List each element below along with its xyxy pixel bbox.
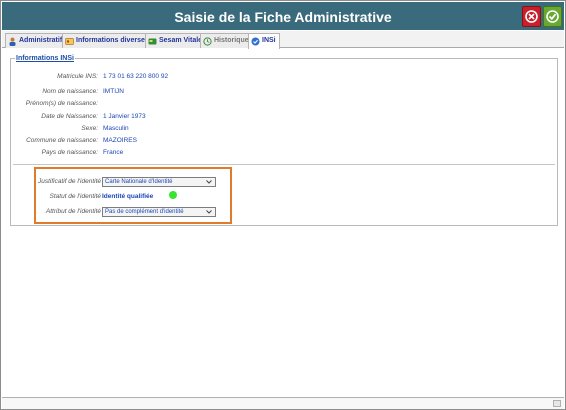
field-label: Nom de naissance: (42, 88, 98, 95)
attribut-select[interactable]: Pas de complément d'identité (102, 207, 216, 217)
chevron-down-icon (206, 180, 212, 184)
title-bar: Saisie de la Fiche Administrative (2, 2, 564, 30)
field-label: Commune de naissance: (26, 137, 98, 144)
status-bar (2, 397, 564, 409)
field-value: MAZOIRES (103, 137, 137, 144)
field-label: Pays de naissance: (41, 149, 98, 156)
statut-label: Statut de l'identité (49, 193, 101, 200)
chevron-down-icon (206, 210, 212, 214)
close-button[interactable] (522, 6, 541, 27)
tab-insi[interactable]: INSi (248, 33, 280, 49)
tab-label: Sesam Vitale (159, 37, 203, 44)
tab-historique[interactable]: Historique (200, 33, 253, 48)
section-divider (13, 164, 555, 165)
window-title: Saisie de la Fiche Administrative (174, 9, 392, 25)
tab-label: Informations diverses (76, 37, 149, 44)
attribut-label: Attribut de l'identité (45, 208, 101, 215)
id-card-icon (65, 38, 74, 45)
justificatif-value: Carte Nationale d'Identité (105, 179, 173, 185)
field-label: Sexe: (81, 125, 98, 132)
panel-legend: Informations INSi (15, 55, 75, 62)
attribut-value: Pas de complément d'identité (105, 209, 184, 215)
validate-button[interactable] (543, 6, 562, 27)
field-value: 1 Janvier 1973 (103, 113, 146, 120)
status-indicator-dot (169, 191, 177, 199)
tab-bar: Administratif Informations diverses Sesa… (2, 31, 564, 49)
check-circle-icon (546, 10, 559, 23)
tab-label: Administratif (19, 37, 63, 44)
resize-handle[interactable] (553, 400, 561, 407)
justificatif-label: Justificatif de l'identité (37, 178, 101, 185)
field-label: Matricule INS: (57, 73, 98, 80)
tab-informations-diverses[interactable]: Informations diverses (62, 33, 153, 48)
field-value: Masculin (103, 125, 129, 132)
field-value: 1 73 01 63 220 800 92 (103, 73, 169, 80)
tab-label: INSi (262, 37, 276, 44)
fiche-administrative-window: Saisie de la Fiche Administrative Admini… (0, 0, 566, 410)
statut-value: Identité qualifiée (102, 193, 154, 200)
justificatif-select[interactable]: Carte Nationale d'Identité (102, 177, 216, 187)
field-value: France (103, 149, 124, 156)
person-icon (9, 37, 16, 46)
card-icon (148, 38, 157, 45)
field-label: Date de Naissance: (41, 113, 98, 120)
tab-administratif[interactable]: Administratif (5, 33, 67, 48)
tab-label: Historique (214, 37, 249, 44)
close-circle-icon (525, 10, 538, 23)
field-value: IMTIJN (103, 88, 124, 95)
check-badge-icon (251, 37, 260, 46)
history-icon (203, 37, 212, 46)
field-label: Prénom(s) de naissance: (25, 100, 98, 107)
tab-sesam-vitale[interactable]: Sesam Vitale (145, 33, 207, 48)
